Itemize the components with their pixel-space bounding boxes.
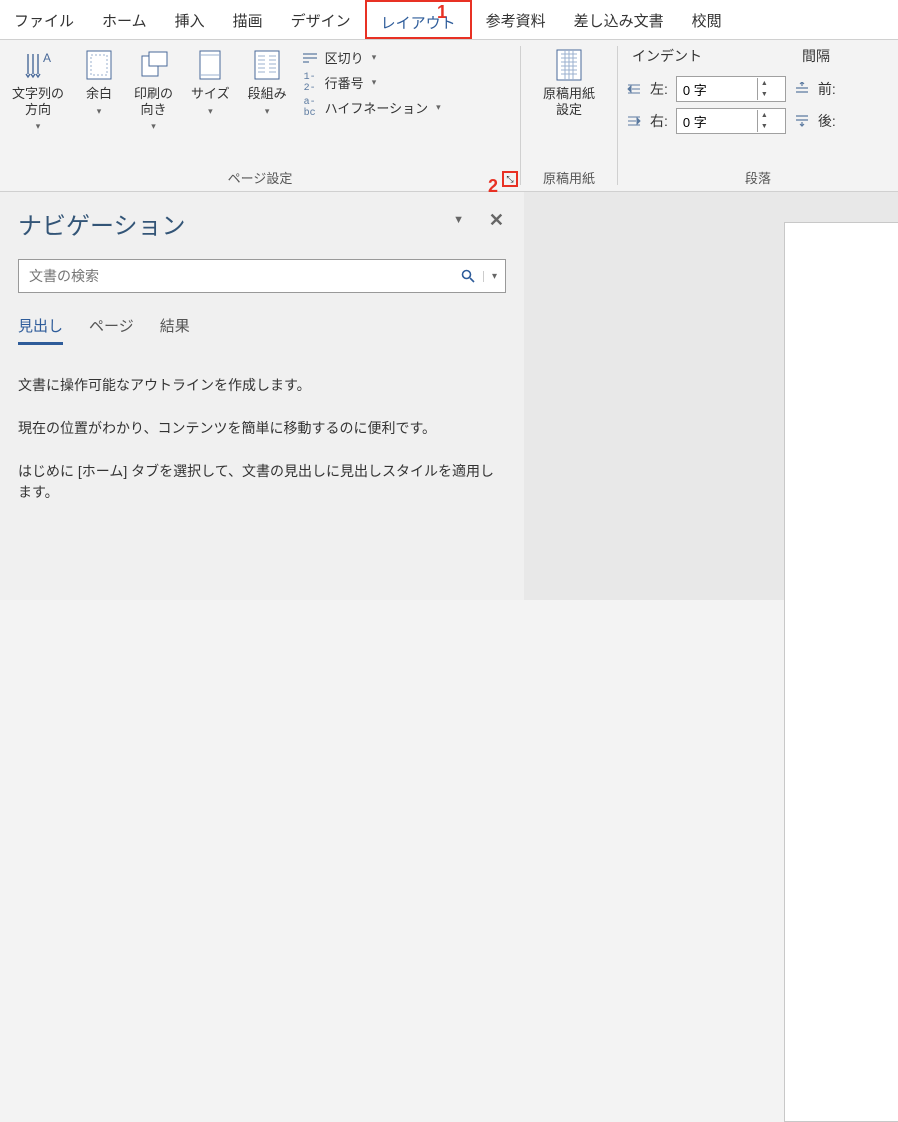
search-input[interactable] bbox=[19, 262, 453, 290]
margins-icon bbox=[82, 48, 116, 82]
navigation-pane: ナビゲーション ▼ ✕ ▾ 見出し ページ 結果 文書に操作可能なアウトラインを… bbox=[0, 192, 524, 600]
chevron-down-icon: ▾ bbox=[372, 77, 377, 88]
spinner-down-icon[interactable]: ▼ bbox=[758, 121, 771, 132]
size-label: サイズ bbox=[191, 86, 230, 102]
group-label-page-setup: ページ設定 bbox=[8, 164, 512, 191]
tab-draw[interactable]: 描画 bbox=[219, 0, 277, 39]
breaks-label: 区切り bbox=[325, 48, 364, 67]
breaks-icon bbox=[301, 51, 319, 65]
indent-left-icon bbox=[626, 83, 642, 95]
group-label-manuscript: 原稿用紙 bbox=[529, 164, 609, 191]
indent-right-label: 右: bbox=[650, 111, 668, 131]
hyphenation-icon: a-bc bbox=[301, 101, 319, 115]
group-page-setup: A 文字列の 方向 ▾ 余白 ▾ 印刷の 向き ▾ bbox=[0, 40, 520, 191]
line-numbers-button[interactable]: 1-2- 行番号 ▾ bbox=[301, 73, 441, 92]
subtab-pages[interactable]: ページ bbox=[89, 315, 134, 345]
text-direction-button[interactable]: A 文字列の 方向 ▾ bbox=[8, 44, 68, 136]
spacing-before-icon bbox=[794, 82, 810, 96]
columns-icon bbox=[250, 48, 284, 82]
close-icon[interactable]: ✕ bbox=[489, 210, 504, 231]
manuscript-icon bbox=[552, 48, 586, 82]
tab-mailings[interactable]: 差し込み文書 bbox=[560, 0, 678, 39]
indent-left-input[interactable] bbox=[677, 79, 757, 100]
manuscript-label: 原稿用紙 設定 bbox=[543, 86, 595, 117]
hyphenation-label: ハイフネーション bbox=[325, 98, 428, 117]
text-direction-label: 文字列の 方向 bbox=[12, 86, 64, 117]
hyphenation-button[interactable]: a-bc ハイフネーション ▾ bbox=[301, 98, 441, 117]
search-box[interactable]: ▾ bbox=[18, 259, 506, 293]
navigation-message-3: はじめに [ホーム] タブを選択して、文書の見出しに見出しスタイルを適用します。 bbox=[18, 461, 506, 503]
chevron-down-icon: ▾ bbox=[36, 121, 41, 132]
breaks-button[interactable]: 区切り ▾ bbox=[301, 48, 441, 67]
tab-review[interactable]: 校閲 bbox=[678, 0, 736, 39]
tab-home[interactable]: ホーム bbox=[88, 0, 161, 39]
navigation-message-1: 文書に操作可能なアウトラインを作成します。 bbox=[18, 375, 506, 396]
size-button[interactable]: サイズ ▾ bbox=[187, 44, 234, 121]
manuscript-settings-button[interactable]: 原稿用紙 設定 bbox=[539, 44, 599, 121]
document-area[interactable] bbox=[524, 192, 898, 600]
tab-design[interactable]: デザイン bbox=[277, 0, 365, 39]
chevron-down-icon: ▾ bbox=[97, 106, 102, 117]
page-setup-dialog-launcher[interactable]: ⤡ bbox=[502, 171, 518, 187]
size-icon bbox=[193, 48, 227, 82]
tab-file[interactable]: ファイル bbox=[0, 0, 88, 39]
subtab-results[interactable]: 結果 bbox=[160, 315, 190, 345]
indent-right-icon bbox=[626, 115, 642, 127]
orientation-icon bbox=[137, 48, 171, 82]
tab-layout[interactable]: レイアウト bbox=[365, 0, 472, 39]
spinner-up-icon[interactable]: ▲ bbox=[758, 110, 771, 121]
spacing-before-label: 前: bbox=[818, 79, 836, 99]
tab-insert[interactable]: 挿入 bbox=[161, 0, 219, 39]
columns-button[interactable]: 段組み ▾ bbox=[244, 44, 291, 121]
line-numbers-icon: 1-2- bbox=[301, 76, 319, 90]
group-paragraph: インデント 間隔 左: ▲▼ 前: 右: bbox=[618, 40, 898, 191]
line-numbers-label: 行番号 bbox=[325, 73, 364, 92]
page-setup-stack: 区切り ▾ 1-2- 行番号 ▾ a-bc ハイフネーション ▾ bbox=[301, 44, 441, 117]
orientation-label: 印刷の 向き bbox=[134, 86, 173, 117]
group-manuscript: 原稿用紙 設定 原稿用紙 bbox=[521, 40, 617, 191]
spinner-down-icon[interactable]: ▼ bbox=[758, 89, 771, 100]
chevron-down-icon: ▾ bbox=[436, 102, 441, 113]
orientation-button[interactable]: 印刷の 向き ▾ bbox=[130, 44, 177, 136]
spacing-after-label: 後: bbox=[818, 111, 836, 131]
spacing-heading: 間隔 bbox=[802, 46, 830, 66]
indent-heading: インデント bbox=[632, 46, 702, 66]
navigation-title: ナビゲーション bbox=[18, 206, 506, 241]
columns-label: 段組み bbox=[248, 86, 287, 102]
indent-right-spinner[interactable]: ▲▼ bbox=[676, 108, 786, 134]
subtab-headings[interactable]: 見出し bbox=[18, 315, 63, 345]
spinner-up-icon[interactable]: ▲ bbox=[758, 78, 771, 89]
search-options-dropdown[interactable]: ▾ bbox=[483, 271, 505, 282]
tab-references[interactable]: 参考資料 bbox=[472, 0, 560, 39]
document-page[interactable] bbox=[784, 222, 898, 1122]
indent-right-input[interactable] bbox=[677, 111, 757, 132]
navigation-message-2: 現在の位置がわかり、コンテンツを簡単に移動するのに便利です。 bbox=[18, 418, 506, 439]
body-area: ナビゲーション ▼ ✕ ▾ 見出し ページ 結果 文書に操作可能なアウトラインを… bbox=[0, 192, 898, 600]
search-icon[interactable] bbox=[453, 269, 483, 283]
ribbon-tabs: ファイル ホーム 挿入 描画 デザイン レイアウト 参考資料 差し込み文書 校閲 bbox=[0, 0, 898, 40]
margins-button[interactable]: 余白 ▾ bbox=[78, 44, 120, 121]
chevron-down-icon: ▾ bbox=[208, 106, 213, 117]
ribbon: 2 A 文字列の 方向 ▾ 余白 ▾ 印刷の 向き bbox=[0, 40, 898, 192]
margins-label: 余白 bbox=[86, 86, 112, 102]
svg-text:A: A bbox=[43, 51, 51, 65]
dialog-launcher-icon: ⤡ bbox=[506, 174, 513, 185]
chevron-down-icon: ▾ bbox=[151, 121, 156, 132]
text-direction-icon: A bbox=[21, 48, 55, 82]
group-label-paragraph: 段落 bbox=[626, 164, 890, 191]
spacing-after-icon bbox=[794, 114, 810, 128]
indent-left-label: 左: bbox=[650, 79, 668, 99]
chevron-down-icon: ▾ bbox=[265, 106, 270, 117]
chevron-down-icon: ▾ bbox=[372, 52, 377, 63]
navigation-dropdown[interactable]: ▼ bbox=[453, 214, 464, 226]
indent-left-spinner[interactable]: ▲▼ bbox=[676, 76, 786, 102]
navigation-subtabs: 見出し ページ 結果 bbox=[18, 315, 506, 345]
